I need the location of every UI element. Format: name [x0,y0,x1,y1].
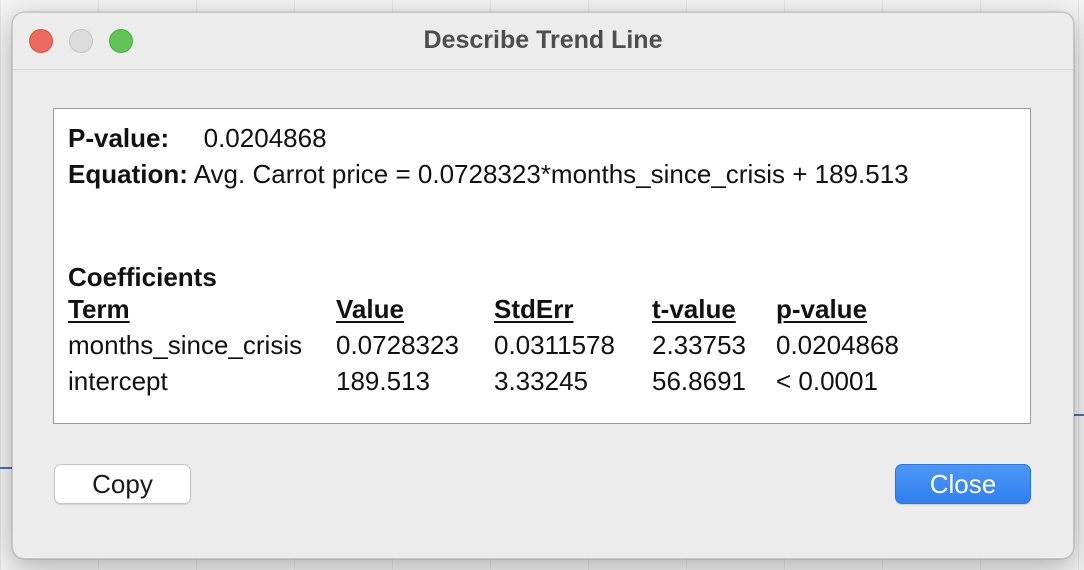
column-header-term: Term [68,294,130,324]
p-value-cell: < 0.0001 [776,366,878,396]
column-header-value: Value [336,294,404,324]
pvalue-label: P-value: [68,123,170,153]
equation-line: Equation: Avg. Carrot price = 0.0728323*… [68,159,909,190]
pvalue-value: 0.0204868 [203,123,327,153]
t-value-cell: 2.33753 [652,330,746,360]
term-cell: months_since_crisis [68,330,303,360]
value-cell: 0.0728323 [336,330,459,360]
equation-label: Equation: [68,159,188,189]
stderr-cell: 3.33245 [494,366,588,396]
column-header-stderr: StdErr [494,294,574,324]
value-cell: 189.513 [336,366,430,396]
equation-value: Avg. Carrot price = 0.0728323*months_sin… [193,159,909,189]
p-value-cell: 0.0204868 [776,330,899,360]
coefficients-heading: Coefficients [68,262,217,292]
term-cell: intercept [68,366,168,396]
column-header-p-value: p-value [776,294,868,324]
stderr-cell: 0.0311578 [494,330,615,360]
pvalue-line: P-value: 0.0204868 [68,123,327,154]
describe-trend-line-dialog: Describe Trend Line P-value: 0.0204868 E… [12,12,1074,559]
close-button[interactable]: Close [895,464,1031,504]
trend-description-panel[interactable]: P-value: 0.0204868 Equation: Avg. Carrot… [53,108,1031,424]
column-header-t-value: t-value [652,294,736,324]
window-title: Describe Trend Line [423,26,663,54]
title-bar[interactable]: Describe Trend Line [13,13,1073,70]
t-value-cell: 56.8691 [652,366,746,396]
copy-button[interactable]: Copy [54,464,191,504]
